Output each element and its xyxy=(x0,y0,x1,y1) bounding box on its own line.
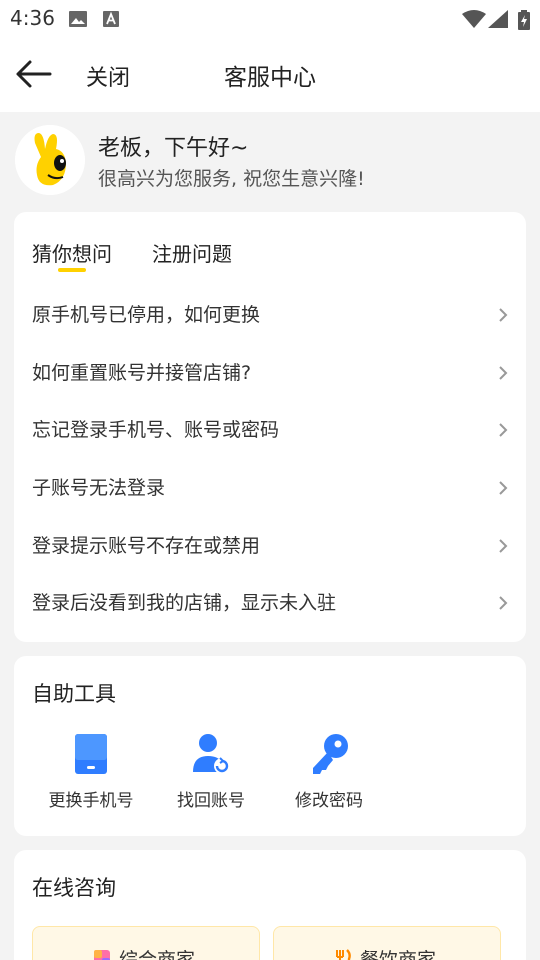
signal-icon xyxy=(488,10,508,28)
chevron-right-icon xyxy=(499,481,508,495)
faq-item-text: 登录提示账号不存在或禁用 xyxy=(32,535,261,557)
faq-item[interactable]: 原手机号已停用，如何更换 xyxy=(14,286,526,344)
chevron-right-icon xyxy=(499,596,508,610)
chevron-right-icon xyxy=(499,539,508,553)
change-password-button[interactable]: 修改密码 xyxy=(274,732,384,822)
faq-card: 猜你想问 注册问题 原手机号已停用，如何更换 如何重置账号并接管店铺? 忘记登录… xyxy=(14,212,526,642)
wifi-icon xyxy=(462,10,486,28)
greeting-title: 老板，下午好~ xyxy=(98,136,249,161)
status-bar: 4:36 xyxy=(0,0,540,36)
phone-icon xyxy=(75,734,107,774)
catering-merchant-button[interactable]: 餐饮商家 xyxy=(273,926,501,960)
top-nav-bar: 关闭 客服中心 xyxy=(0,36,540,112)
fork-knife-icon xyxy=(336,949,351,960)
faq-item[interactable]: 登录提示账号不存在或禁用 xyxy=(14,517,526,575)
battery-icon xyxy=(518,10,530,30)
faq-item[interactable]: 登录后没看到我的店铺，显示未入驻 xyxy=(14,574,526,632)
shop-icon xyxy=(94,950,110,960)
user-refresh-icon xyxy=(193,734,230,774)
tools-section-title: 自助工具 xyxy=(32,682,116,706)
faq-item-text: 忘记登录手机号、账号或密码 xyxy=(32,419,280,441)
self-service-tools-card: 自助工具 更换手机号 找回账号 修改密码 xyxy=(14,656,526,836)
font-icon xyxy=(103,11,119,27)
consult-button-label: 综合商家 xyxy=(119,949,196,960)
consult-section-title: 在线咨询 xyxy=(32,876,116,900)
faq-item-text: 登录后没看到我的店铺，显示未入驻 xyxy=(32,592,337,614)
tab-guess-questions[interactable]: 猜你想问 xyxy=(32,238,112,267)
faq-item[interactable]: 如何重置账号并接管店铺? xyxy=(14,344,526,402)
general-merchant-button[interactable]: 综合商家 xyxy=(32,926,260,960)
page-title: 客服中心 xyxy=(224,65,316,91)
active-tab-indicator xyxy=(58,268,86,272)
chevron-right-icon xyxy=(499,423,508,437)
chevron-right-icon xyxy=(499,308,508,322)
consult-button-label: 餐饮商家 xyxy=(360,949,437,960)
faq-item[interactable]: 子账号无法登录 xyxy=(14,459,526,517)
image-icon xyxy=(69,11,87,27)
tab-registration-questions[interactable]: 注册问题 xyxy=(152,238,232,267)
tool-label: 修改密码 xyxy=(295,791,363,811)
online-consult-card: 在线咨询 综合商家 餐饮商家 xyxy=(14,850,526,960)
tool-label: 找回账号 xyxy=(177,791,245,811)
faq-item-text: 原手机号已停用，如何更换 xyxy=(32,304,261,326)
avatar xyxy=(15,125,85,195)
mascot-avatar-icon xyxy=(15,125,85,195)
tool-label: 更换手机号 xyxy=(48,791,134,811)
change-phone-button[interactable]: 更换手机号 xyxy=(36,732,146,822)
status-time: 4:36 xyxy=(10,6,55,30)
faq-item[interactable]: 忘记登录手机号、账号或密码 xyxy=(14,401,526,459)
chevron-right-icon xyxy=(499,366,508,380)
key-icon xyxy=(313,734,348,774)
faq-item-text: 如何重置账号并接管店铺? xyxy=(32,362,252,384)
faq-item-text: 子账号无法登录 xyxy=(32,477,166,499)
recover-account-button[interactable]: 找回账号 xyxy=(156,732,266,822)
greeting-subtitle: 很高兴为您服务, 祝您生意兴隆! xyxy=(98,168,365,190)
greeting-section: 老板，下午好~ 很高兴为您服务, 祝您生意兴隆! xyxy=(0,112,540,212)
